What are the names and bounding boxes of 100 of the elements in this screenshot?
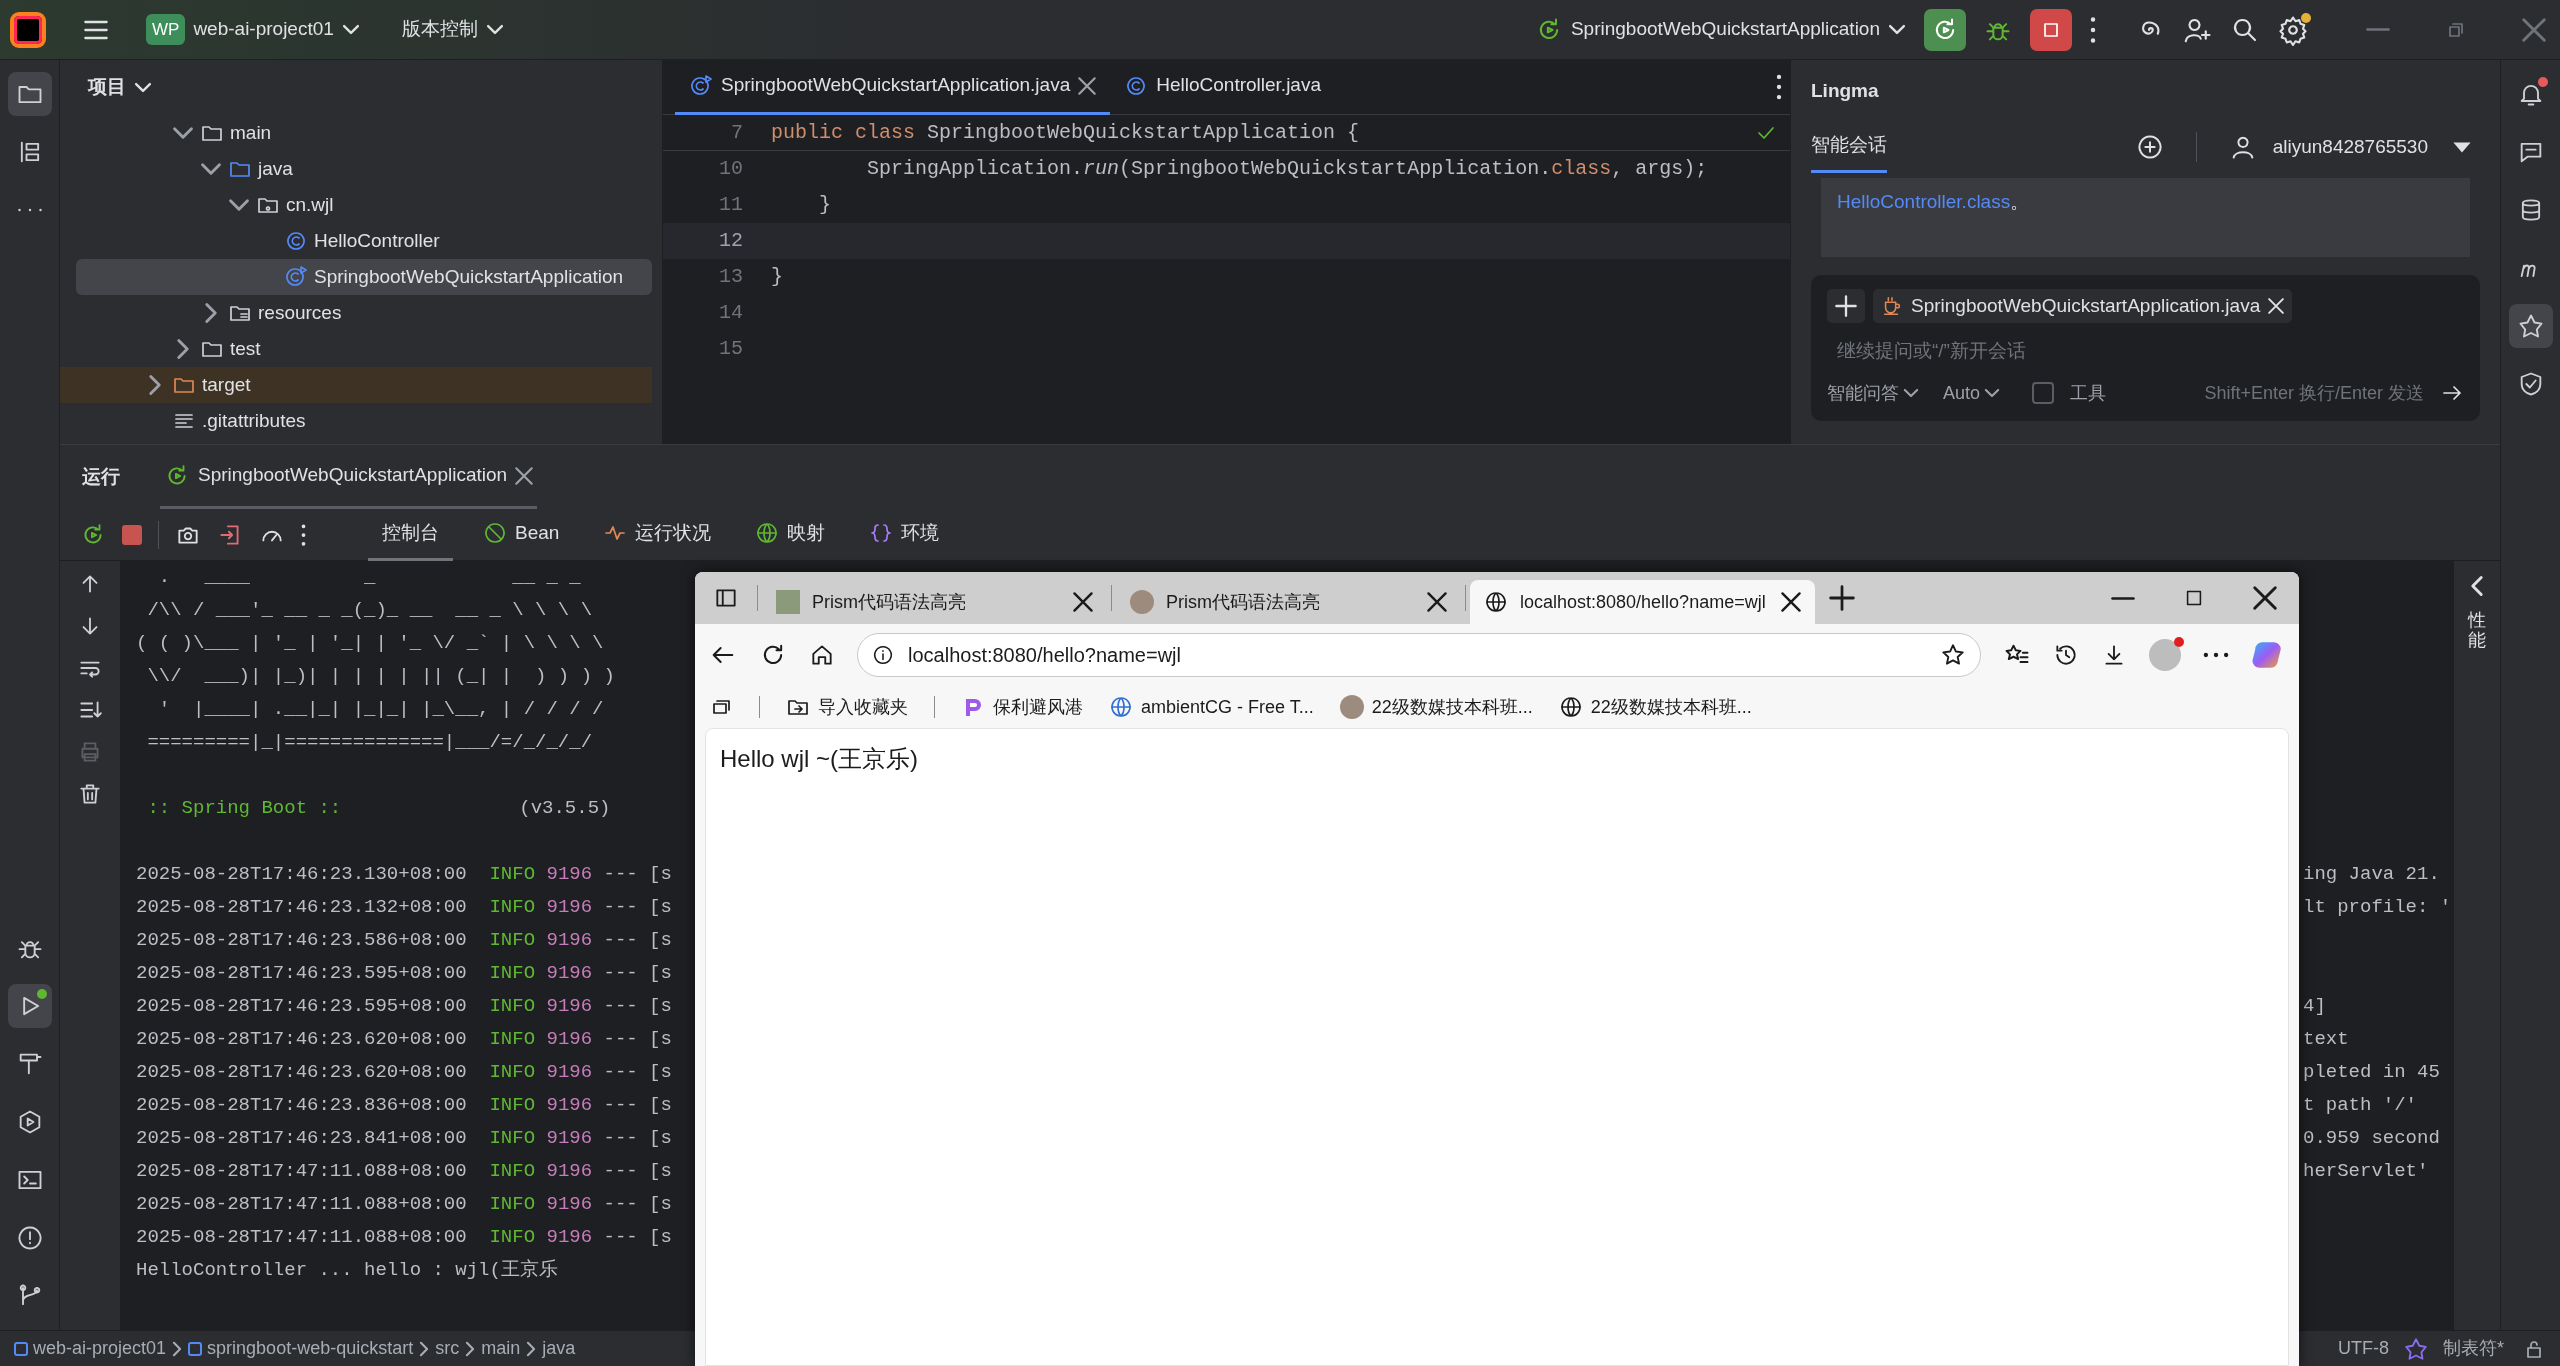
stop-button[interactable] <box>2030 8 2072 51</box>
indent-setting[interactable]: 制表符* <box>2443 1335 2504 1362</box>
chevron-right-icon <box>465 1340 476 1357</box>
log-line: 2025-08-28T17:46:23.841+08:00 INFO 9196 --- [s <box>136 1126 672 1151</box>
run-config-menu[interactable]: SpringbootWebQuickstartApplication <box>1534 15 1906 44</box>
line-number: 15 <box>718 336 743 362</box>
settings-icon[interactable] <box>2278 14 2308 45</box>
file-chip: SpringbootWebQuickstartApplication.java <box>1873 288 2293 323</box>
log-text: text <box>2303 1027 2349 1052</box>
chat-composer[interactable]: SpringbootWebQuickstartApplication.java 继续提问或“/”新开会话 智能问答 Auto 工具 Shift+Enter 换行/Enter 发送 <box>1811 274 2480 421</box>
banner-line: \\/ ___)| |_)| | | | | || (_| | ) ) ) ) <box>146 664 615 689</box>
tree-item[interactable]: test <box>60 331 652 367</box>
add-context-button[interactable] <box>1827 288 1865 323</box>
chevron-left-icon[interactable] <box>2470 575 2484 597</box>
new-tab-icon[interactable] <box>1829 585 1855 611</box>
model-dropdown[interactable]: Auto <box>1943 379 2001 407</box>
log-line: 2025-08-28T17:46:23.130+08:00 INFO 9196 --- [s <box>136 862 672 887</box>
close-icon[interactable] <box>1427 592 1447 612</box>
log-line: 2025-08-28T17:46:23.620+08:00 INFO 9196 --- [s <box>136 1027 672 1052</box>
tree-item[interactable]: java <box>60 151 652 187</box>
project-menu[interactable]: WP web-ai-project01 <box>146 13 360 46</box>
banner-line: =========|_|==============|___/=/_/_/_/ <box>146 730 593 755</box>
close-icon[interactable] <box>2253 586 2277 610</box>
breadcrumb[interactable]: springboot-web-quickstart <box>207 1335 414 1362</box>
ban-icon <box>483 521 507 545</box>
profile-avatar[interactable] <box>2149 639 2181 671</box>
line-number: 11 <box>718 192 743 218</box>
tree-item[interactable]: HelloController <box>60 223 652 259</box>
chevron-right-icon <box>172 1340 183 1357</box>
tree-item[interactable]: main <box>60 115 652 151</box>
close-icon[interactable] <box>1781 592 1801 612</box>
bookmark[interactable]: 导入收藏夹 <box>786 693 908 721</box>
chevron-right-icon <box>419 1340 430 1357</box>
browser-tab[interactable]: Prism代码语法高亮 <box>1116 580 1461 624</box>
bookmark[interactable]: 保利避风港 <box>961 693 1083 721</box>
editor-tab[interactable]: HelloController.java <box>1110 60 1335 115</box>
banner-line: ' |____| .__|_| |_|_| |_\__, | / / / / <box>157 697 604 722</box>
encoding[interactable]: UTF-8 <box>2338 1335 2389 1362</box>
chevron-down-icon[interactable] <box>228 198 250 212</box>
close-icon[interactable] <box>1078 76 1097 95</box>
tree-item[interactable]: .gitattributes <box>60 403 652 439</box>
log-text: pleted in 45 <box>2303 1060 2440 1085</box>
tree-item[interactable]: cn.wjl <box>60 187 652 223</box>
tool-tab[interactable]: 运行状况 <box>589 508 726 561</box>
chevron-right-icon <box>526 1340 537 1357</box>
browser-tab[interactable]: localhost:8080/hello?name=wjl <box>1470 580 1815 624</box>
more-icon[interactable] <box>2203 652 2229 658</box>
address-bar[interactable]: localhost:8080/hello?name=wjl <box>857 633 1981 677</box>
panel-title: Lingma <box>1811 78 1879 103</box>
tool-window-button[interactable] <box>7 72 52 116</box>
tree-item[interactable]: resources <box>60 295 652 331</box>
tool-window-button[interactable] <box>2508 304 2553 348</box>
star-icon[interactable] <box>1940 642 1966 668</box>
remove-icon[interactable] <box>2268 297 2285 314</box>
bookmark[interactable]: 22级数媒技本科班... <box>1558 693 1752 721</box>
breadcrumb[interactable]: src <box>435 1335 460 1362</box>
globe-icon <box>1484 590 1508 614</box>
tree-item[interactable]: target <box>60 367 652 403</box>
module-icon <box>14 1341 28 1356</box>
tool-tab[interactable]: 环境 <box>855 508 954 561</box>
chevron-down-icon <box>485 24 504 35</box>
trash-icon[interactable] <box>77 781 103 807</box>
globe-icon <box>1558 695 1583 719</box>
tree-item[interactable]: SpringbootWebQuickstartApplication <box>76 259 652 295</box>
chat-tab[interactable]: 智能会话 <box>1811 121 1887 173</box>
log-line: 2025-08-28T17:46:23.586+08:00 INFO 9196 --- [s <box>136 928 672 953</box>
boot-version: (v3.5.5) <box>519 796 611 821</box>
bookmark[interactable]: ambientCG - Free T... <box>1109 693 1314 721</box>
stop-icon[interactable] <box>122 524 142 545</box>
mode-dropdown[interactable]: 智能问答 <box>1827 379 1919 407</box>
caret-icon[interactable] <box>2452 140 2472 154</box>
tools-checkbox[interactable] <box>2032 382 2055 404</box>
tool-tab[interactable]: 映射 <box>741 508 840 561</box>
breadcrumb[interactable]: main <box>481 1335 521 1362</box>
tool-window-button[interactable] <box>7 984 52 1028</box>
alert-icon[interactable] <box>15 1224 44 1252</box>
vcs-menu[interactable]: 版本控制 <box>401 15 504 44</box>
history-icon[interactable] <box>2053 642 2079 668</box>
chevron-down-icon[interactable] <box>172 126 194 140</box>
breadcrumb[interactable]: java <box>542 1335 576 1362</box>
chevron-down-icon <box>1984 388 2001 398</box>
page-text: Hello wjl ~(王京乐) <box>720 744 920 774</box>
rerun-button[interactable] <box>1924 8 1966 51</box>
chat-input[interactable]: 继续提问或“/”新开会话 <box>1827 331 2464 372</box>
send-hint: Shift+Enter 换行/Enter 发送 <box>2204 381 2424 405</box>
bookmark[interactable]: 22级数媒技本科班... <box>1339 693 1533 721</box>
side-tab[interactable]: 性能 <box>2468 611 2486 651</box>
avatar-icon <box>1130 590 1154 614</box>
more-icon[interactable] <box>15 207 44 213</box>
browser-tab[interactable]: Prism代码语法高亮 <box>762 580 1107 624</box>
class-run-icon <box>689 73 713 98</box>
avatar-icon <box>1339 695 1364 719</box>
code-line: SpringApplication.run(SpringbootWebQuickstartApplication.class, args); <box>866 156 1708 182</box>
chevron-down-icon[interactable] <box>200 162 222 176</box>
tool-tab[interactable]: Bean <box>469 508 574 561</box>
tool-tab[interactable]: 控制台 <box>368 508 453 561</box>
close-icon[interactable] <box>1073 592 1093 612</box>
breadcrumb[interactable]: web-ai-project01 <box>33 1335 167 1362</box>
minimize-icon[interactable] <box>2111 596 2135 600</box>
new-chat-icon[interactable] <box>2135 133 2164 161</box>
